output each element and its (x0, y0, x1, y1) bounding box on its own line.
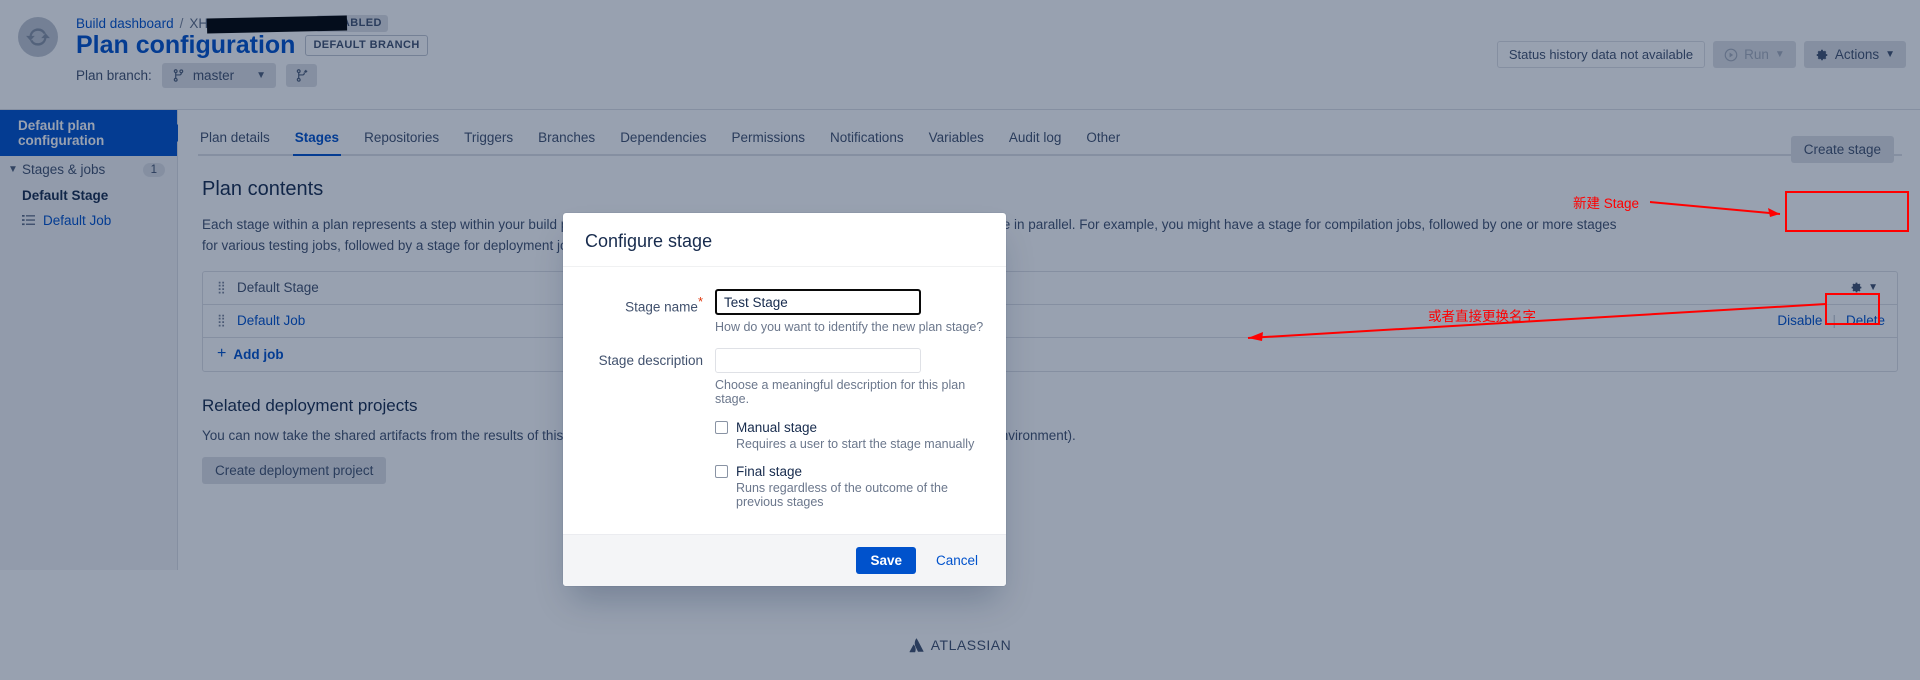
dialog-footer: Save Cancel (563, 534, 1006, 586)
annotation-arrow-rename (1247, 303, 1827, 341)
annotation-label-create-stage: 新建 Stage (1573, 196, 1640, 211)
manual-stage-hint: Requires a user to start the stage manua… (736, 437, 975, 451)
required-asterisk: * (697, 294, 703, 309)
manual-stage-row[interactable]: Manual stage (715, 420, 984, 435)
manual-stage-label: Manual stage (736, 420, 818, 435)
stage-name-hint: How do you want to identify the new plan… (715, 320, 984, 334)
stage-description-label: Stage description (598, 353, 703, 368)
stage-description-input[interactable] (715, 348, 921, 373)
final-stage-hint: Runs regardless of the outcome of the pr… (736, 481, 948, 509)
stage-name-input[interactable] (715, 289, 921, 315)
dialog-body: Stage name* How do you want to identify … (563, 267, 1006, 534)
annotation-box-create-stage (1785, 191, 1909, 232)
stage-description-control (715, 348, 984, 373)
final-stage-row[interactable]: Final stage (715, 464, 984, 479)
final-stage-label: Final stage (736, 464, 803, 479)
configure-stage-dialog: Configure stage Stage name* How do you w… (563, 213, 1006, 586)
dialog-title: Configure stage (585, 231, 713, 251)
annotation-arrow-create-stage (1650, 201, 1781, 217)
manual-stage-checkbox[interactable] (715, 421, 728, 434)
stage-name-label-text: Stage name (625, 299, 698, 315)
cancel-button[interactable]: Cancel (930, 552, 984, 569)
stage-name-field-row: Stage name* (585, 289, 984, 315)
annotation-box-stage-settings (1825, 293, 1880, 325)
save-button[interactable]: Save (856, 547, 916, 574)
stage-description-field-row: Stage description (585, 348, 984, 373)
dialog-header: Configure stage (563, 213, 1006, 267)
final-stage-checkbox[interactable] (715, 465, 728, 478)
stage-description-hint: Choose a meaningful description for this… (715, 378, 966, 406)
stage-name-label: Stage name* (585, 289, 715, 315)
stage-name-control (715, 289, 984, 315)
